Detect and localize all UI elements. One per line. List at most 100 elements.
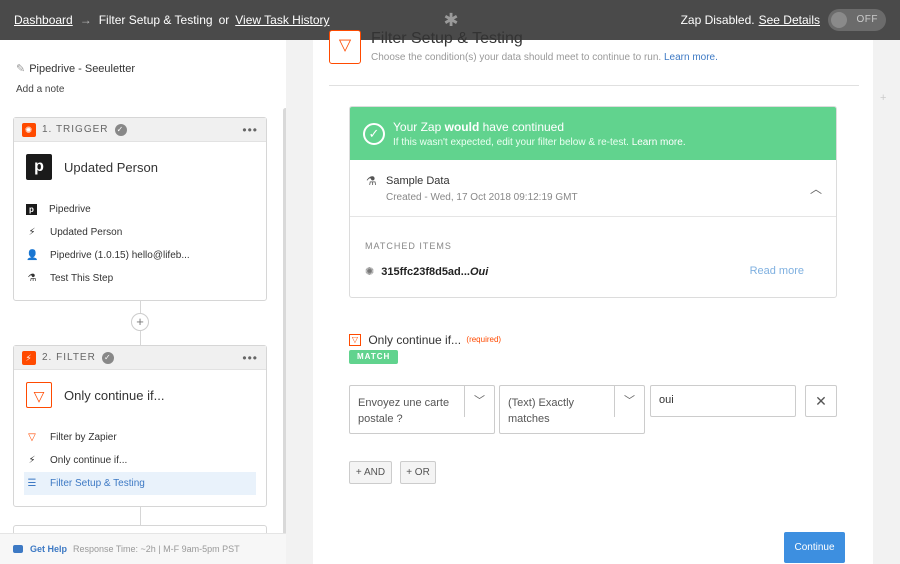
right-rail: + (873, 40, 900, 564)
sample-data-created: Created - Wed, 17 Oct 2018 09:12:19 GMT (386, 192, 578, 203)
filter-row-event[interactable]: ⚡ Only continue if... (26, 449, 254, 472)
match-badge: MATCH (349, 350, 399, 364)
zap-steps-sidebar: ✎ Pipedrive - Seeuletter Add a note ✺ 1.… (0, 40, 286, 564)
zapier-logo-icon[interactable]: ✱ (442, 11, 460, 29)
user-icon: 👤 (26, 250, 39, 261)
filter-setup-panel: ▽ Filter Setup & Testing Choose the cond… (313, 30, 873, 564)
more-options-icon[interactable]: ••• (242, 123, 258, 137)
continue-button[interactable]: Continue (784, 532, 845, 563)
filter-row-app[interactable]: ▽ Filter by Zapier (26, 426, 254, 449)
trigger-row-account[interactable]: 👤 Pipedrive (1.0.15) hello@lifeb... (26, 244, 254, 267)
flask-icon: ⚗ (27, 273, 37, 284)
trigger-app[interactable]: p Updated Person (14, 142, 266, 192)
chevron-down-icon[interactable]: ﹀ (614, 386, 644, 417)
success-banner: ✓ Your Zap would have continued If this … (350, 107, 836, 160)
value-input[interactable]: oui (650, 385, 796, 417)
get-help-bar[interactable]: Get Help Response Time: ~2h | M-F 9am-5p… (0, 533, 286, 564)
trigger-app-name: Updated Person (64, 159, 158, 175)
add-or-button[interactable]: + OR (400, 461, 436, 484)
trigger-row-test-label: Test This Step (50, 273, 114, 284)
dashboard-link[interactable]: Dashboard (14, 13, 73, 27)
get-help-link[interactable]: Get Help (30, 544, 67, 554)
zap-toggle[interactable]: OFF (828, 9, 886, 31)
filter-step-card[interactable]: ⚡ 2. FILTER ✓ ••• ▽ Only continue if... … (13, 345, 267, 507)
sample-data-header[interactable]: ⚗ Sample Data Created - Wed, 17 Oct 2018… (350, 160, 836, 217)
banner-learn-more-link[interactable]: Learn more. (632, 137, 686, 148)
page-subtitle-text: Choose the condition(s) your data should… (371, 52, 662, 63)
bolt-icon: ⚡ (22, 350, 36, 365)
filter-icon: ▽ (329, 30, 361, 64)
connector-line (140, 507, 141, 525)
trigger-step-card[interactable]: ✺ 1. TRIGGER ✓ ••• p Updated Person p Pi… (13, 117, 267, 301)
pipedrive-icon: p (26, 204, 37, 215)
filter-row-app-label: Filter by Zapier (50, 432, 117, 443)
trigger-step-title: 1. TRIGGER (42, 124, 109, 135)
trigger-row-event[interactable]: ⚡ Updated Person (26, 221, 254, 244)
required-label: (required) (466, 335, 502, 345)
matched-item: ✺ 315ffc23f8d5ad...Oui (365, 265, 488, 278)
add-and-button[interactable]: + AND (349, 461, 392, 484)
banner-title-prefix: Your Zap (393, 120, 442, 134)
filter-logo-icon: ▽ (26, 382, 52, 408)
view-task-history-link[interactable]: View Task History (235, 13, 329, 27)
zap-name[interactable]: ✎ Pipedrive - Seeuletter (16, 62, 135, 76)
matched-items: MATCHED ITEMS ✺ 315ffc23f8d5ad...Oui Rea… (350, 217, 836, 297)
condition-title: Only continue if... (368, 332, 462, 347)
chevron-down-icon[interactable]: ﹀ (464, 386, 494, 417)
toggle-knob (831, 12, 847, 28)
breadcrumb-current: Filter Setup & Testing (98, 13, 213, 27)
banner-title: Your Zap would have continued (393, 120, 564, 134)
response-time: Response Time: ~2h | M-F 9am-5pm PST (73, 544, 240, 554)
matched-item-value: Oui (469, 266, 489, 278)
trigger-row-app[interactable]: p Pipedrive (26, 198, 254, 221)
learn-more-link[interactable]: Learn more. (664, 52, 718, 63)
read-more-link[interactable]: Read more (750, 265, 804, 277)
chat-icon (13, 545, 23, 553)
see-details-link[interactable]: See Details (759, 13, 820, 27)
list-icon: ☰ (27, 478, 37, 489)
filter-app[interactable]: ▽ Only continue if... (14, 370, 266, 420)
operator-select-value: (Text) Exactly matches (508, 397, 575, 425)
remove-condition-button[interactable]: ✕ (805, 385, 837, 417)
trigger-step-header[interactable]: ✺ 1. TRIGGER ✓ ••• (14, 118, 266, 142)
gear-icon: ✺ (365, 266, 375, 278)
filter-icon: ▽ (349, 333, 361, 346)
page-subtitle: Choose the condition(s) your data should… (371, 52, 718, 63)
toggle-label: OFF (856, 14, 878, 25)
filter-step-title: 2. FILTER (42, 352, 96, 363)
add-step-button[interactable]: + (131, 313, 149, 331)
operator-select[interactable]: (Text) Exactly matches ﹀ (499, 385, 645, 434)
connector-line (140, 331, 141, 345)
condition-header: ▽ Only continue if... (required) (349, 332, 501, 347)
connector-line (140, 301, 141, 313)
filter-app-name: Only continue if... (64, 387, 165, 403)
check-icon: ✓ (114, 123, 127, 136)
filter-icon: ▽ (28, 432, 36, 443)
filter-row-event-label: Only continue if... (50, 455, 128, 466)
test-result-card: ✓ Your Zap would have continued If this … (349, 106, 837, 298)
breadcrumb-arrow: → (79, 13, 92, 27)
matched-item-id: 315ffc23f8d5ad... (381, 266, 470, 278)
zap-status: Zap Disabled. (680, 13, 755, 27)
field-select[interactable]: Envoyez une carte postale ? ﹀ (349, 385, 495, 434)
check-icon: ✓ (101, 351, 114, 364)
page-header: ▽ Filter Setup & Testing Choose the cond… (329, 30, 859, 86)
filter-step-header[interactable]: ⚡ 2. FILTER ✓ ••• (14, 346, 266, 370)
trigger-row-test[interactable]: ⚗ Test This Step (26, 267, 254, 290)
plus-icon[interactable]: + (880, 92, 886, 104)
breadcrumb-or: or (218, 13, 230, 27)
pipedrive-logo-icon: p (26, 154, 52, 180)
banner-subtitle: If this wasn't expected, edit your filte… (393, 137, 686, 148)
add-note-link[interactable]: Add a note (16, 84, 64, 95)
chevron-up-icon[interactable]: ︿ (810, 180, 822, 197)
trigger-row-event-label: Updated Person (50, 227, 123, 238)
filter-row-setup[interactable]: ☰ Filter Setup & Testing (24, 472, 256, 495)
trigger-row-app-label: Pipedrive (49, 204, 91, 215)
flask-icon: ⚗ (366, 174, 377, 188)
trigger-row-account-label: Pipedrive (1.0.15) hello@lifeb... (50, 250, 190, 261)
banner-subtitle-text: If this wasn't expected, edit your filte… (393, 137, 629, 148)
more-options-icon[interactable]: ••• (242, 351, 258, 365)
pencil-icon: ✎ (16, 63, 26, 75)
field-select-value: Envoyez une carte postale ? (358, 397, 450, 425)
banner-title-suffix: have continued (482, 120, 565, 134)
